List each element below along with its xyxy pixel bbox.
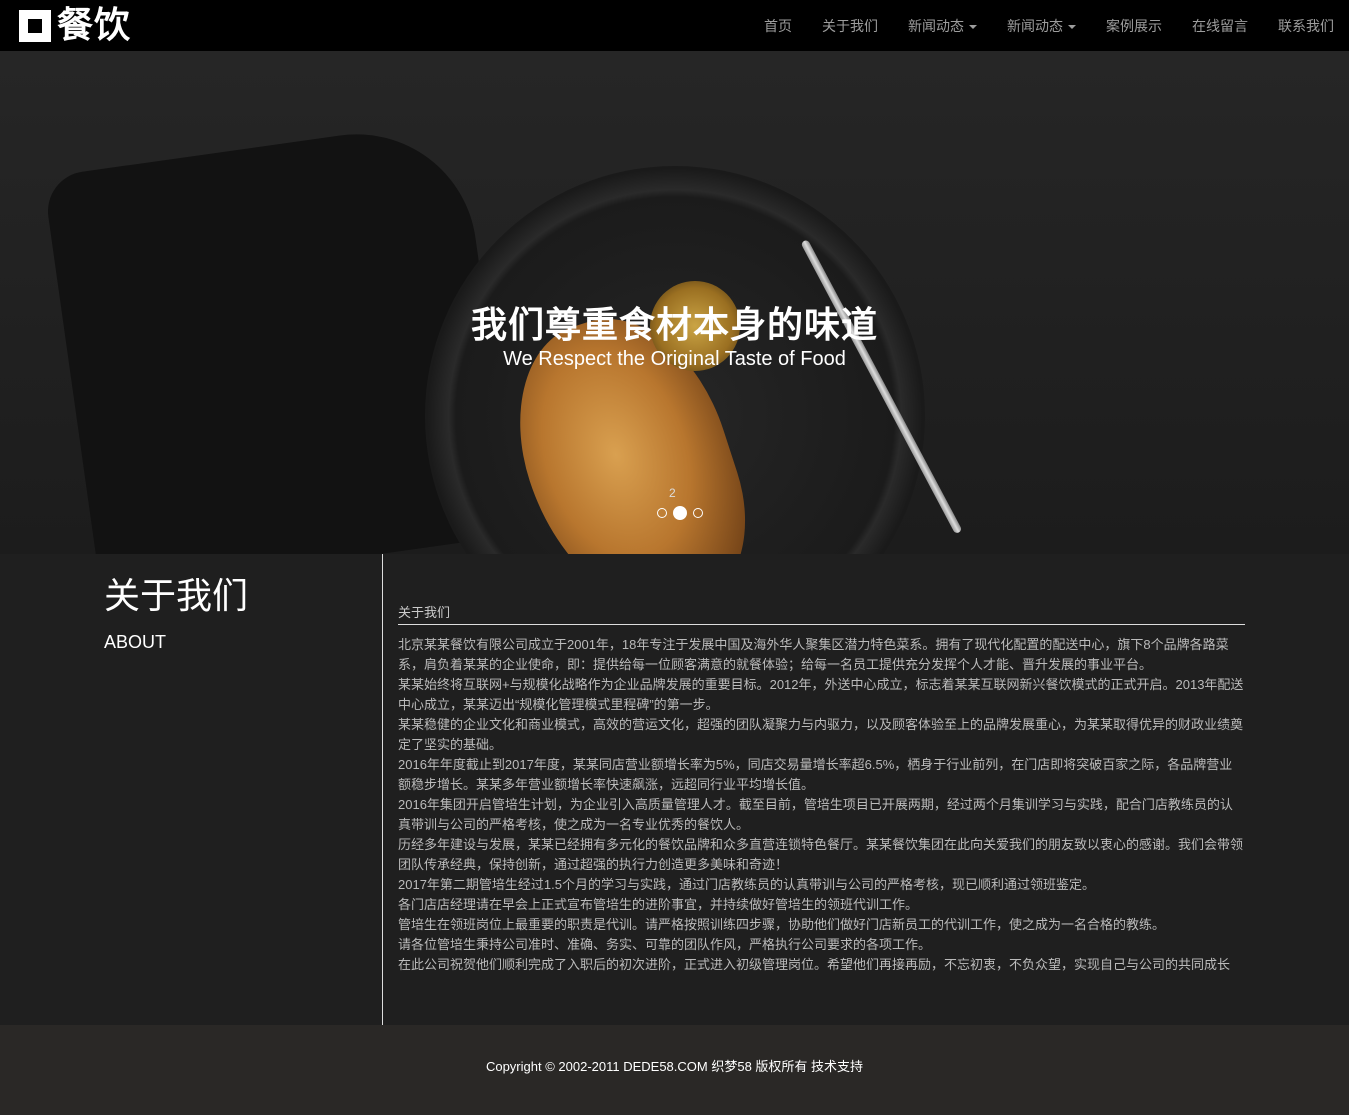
paragraph: 管培生在领班岗位上最重要的职责是代训。请严格按照训练四步骤，协助他们做好门店新员… xyxy=(398,917,1166,932)
paragraph: 2017年第二期管培生经过1.5个月的学习与实践，通过门店教练员的认真带训与公司… xyxy=(398,877,1095,892)
nav-label: 新闻动态 xyxy=(908,17,964,34)
about-section: 关于我们 ABOUT 关于我们 北京某某餐饮有限公司成立于2001年，18年专注… xyxy=(0,554,1349,1025)
top-navbar: 餐饮 首页 关于我们 新闻动态 新闻动态 案例展示 在线留言 联系我们 xyxy=(0,0,1349,51)
nav-label: 关于我们 xyxy=(822,17,878,34)
nav-item-message[interactable]: 在线留言 xyxy=(1177,16,1263,36)
vertical-divider xyxy=(382,554,383,1025)
paragraph: 北京某某餐饮有限公司成立于2001年，18年专注于发展中国及海外华人聚集区潜力特… xyxy=(398,637,1229,672)
logo-square-icon xyxy=(19,10,51,42)
banner-subtitle: We Respect the Original Taste of Food xyxy=(503,348,846,370)
nav-label: 首页 xyxy=(764,17,792,34)
nav-item-about[interactable]: 关于我们 xyxy=(807,16,893,36)
carousel-dot[interactable] xyxy=(657,508,667,518)
about-heading: 关于我们 xyxy=(104,575,249,616)
paragraph: 历经多年建设与发展，某某已经拥有多元化的餐饮品牌和众多直营连锁特色餐厅。某某餐饮… xyxy=(398,837,1244,872)
nav-label: 新闻动态 xyxy=(1007,17,1063,34)
main-nav: 首页 关于我们 新闻动态 新闻动态 案例展示 在线留言 联系我们 xyxy=(749,0,1349,51)
copyright-text: Copyright © 2002-2011 DEDE58.COM 织梦58 版权… xyxy=(485,1059,864,1074)
caret-down-icon xyxy=(969,24,977,29)
paragraph: 在此公司祝贺他们顺利完成了入职后的初次进阶，正式进入初级管理岗位。希望他们再接再… xyxy=(398,957,1231,972)
paragraph: 各门店店经理请在早会上正式宣布管培生的进阶事宜，并持续做好管培生的领班代训工作。 xyxy=(398,897,919,912)
paragraph: 请各位管培生秉持公司准时、准确、务实、可靠的团队作风，严格执行公司要求的各项工作… xyxy=(398,937,932,952)
paragraph: 某某稳健的企业文化和商业模式，高效的营运文化，超强的团队凝聚力与内驱力，以及顾客… xyxy=(398,717,1244,752)
paragraph: 2016年集团开启管培生计划，为企业引入高质量管理人才。截至目前，管培生项目已开… xyxy=(398,797,1233,832)
nav-label: 案例展示 xyxy=(1106,17,1162,34)
about-subheading: ABOUT xyxy=(104,632,167,652)
footer: Copyright © 2002-2011 DEDE58.COM 织梦58 版权… xyxy=(0,1025,1349,1115)
about-body: 北京某某餐饮有限公司成立于2001年，18年专注于发展中国及海外华人聚集区潜力特… xyxy=(398,635,1245,975)
carousel-indicators xyxy=(654,506,706,520)
site-logo[interactable]: 餐饮 xyxy=(19,6,131,46)
banner-title: 我们尊重食材本身的味道 xyxy=(470,304,878,345)
nav-item-cases[interactable]: 案例展示 xyxy=(1091,16,1177,36)
hero-banner: 我们尊重食材本身的味道 We Respect the Original Tast… xyxy=(0,51,1349,554)
paragraph: 某某始终将互联网+与规模化战略作为企业品牌发展的重要目标。2012年，外送中心成… xyxy=(398,677,1244,712)
about-content: 关于我们 北京某某餐饮有限公司成立于2001年，18年专注于发展中国及海外华人聚… xyxy=(398,602,1245,975)
nav-label: 联系我们 xyxy=(1278,17,1334,34)
paragraph: 2016年年度截止到2017年度，某某同店营业额增长率为5%，同店交易量增长率超… xyxy=(398,757,1233,792)
caret-down-icon xyxy=(1068,24,1076,29)
nav-item-contact[interactable]: 联系我们 xyxy=(1263,16,1349,36)
nav-label: 在线留言 xyxy=(1192,17,1248,34)
nav-item-home[interactable]: 首页 xyxy=(749,16,807,36)
nav-item-news-2[interactable]: 新闻动态 xyxy=(992,16,1091,36)
carousel-dot-active[interactable] xyxy=(673,506,687,520)
slide-number: 2 xyxy=(669,486,676,500)
nav-item-news-1[interactable]: 新闻动态 xyxy=(893,16,992,36)
carousel-dot[interactable] xyxy=(693,508,703,518)
about-title-block: 关于我们 ABOUT xyxy=(104,574,248,653)
logo-text: 餐饮 xyxy=(57,5,132,46)
content-breadcrumb: 关于我们 xyxy=(398,602,1245,625)
